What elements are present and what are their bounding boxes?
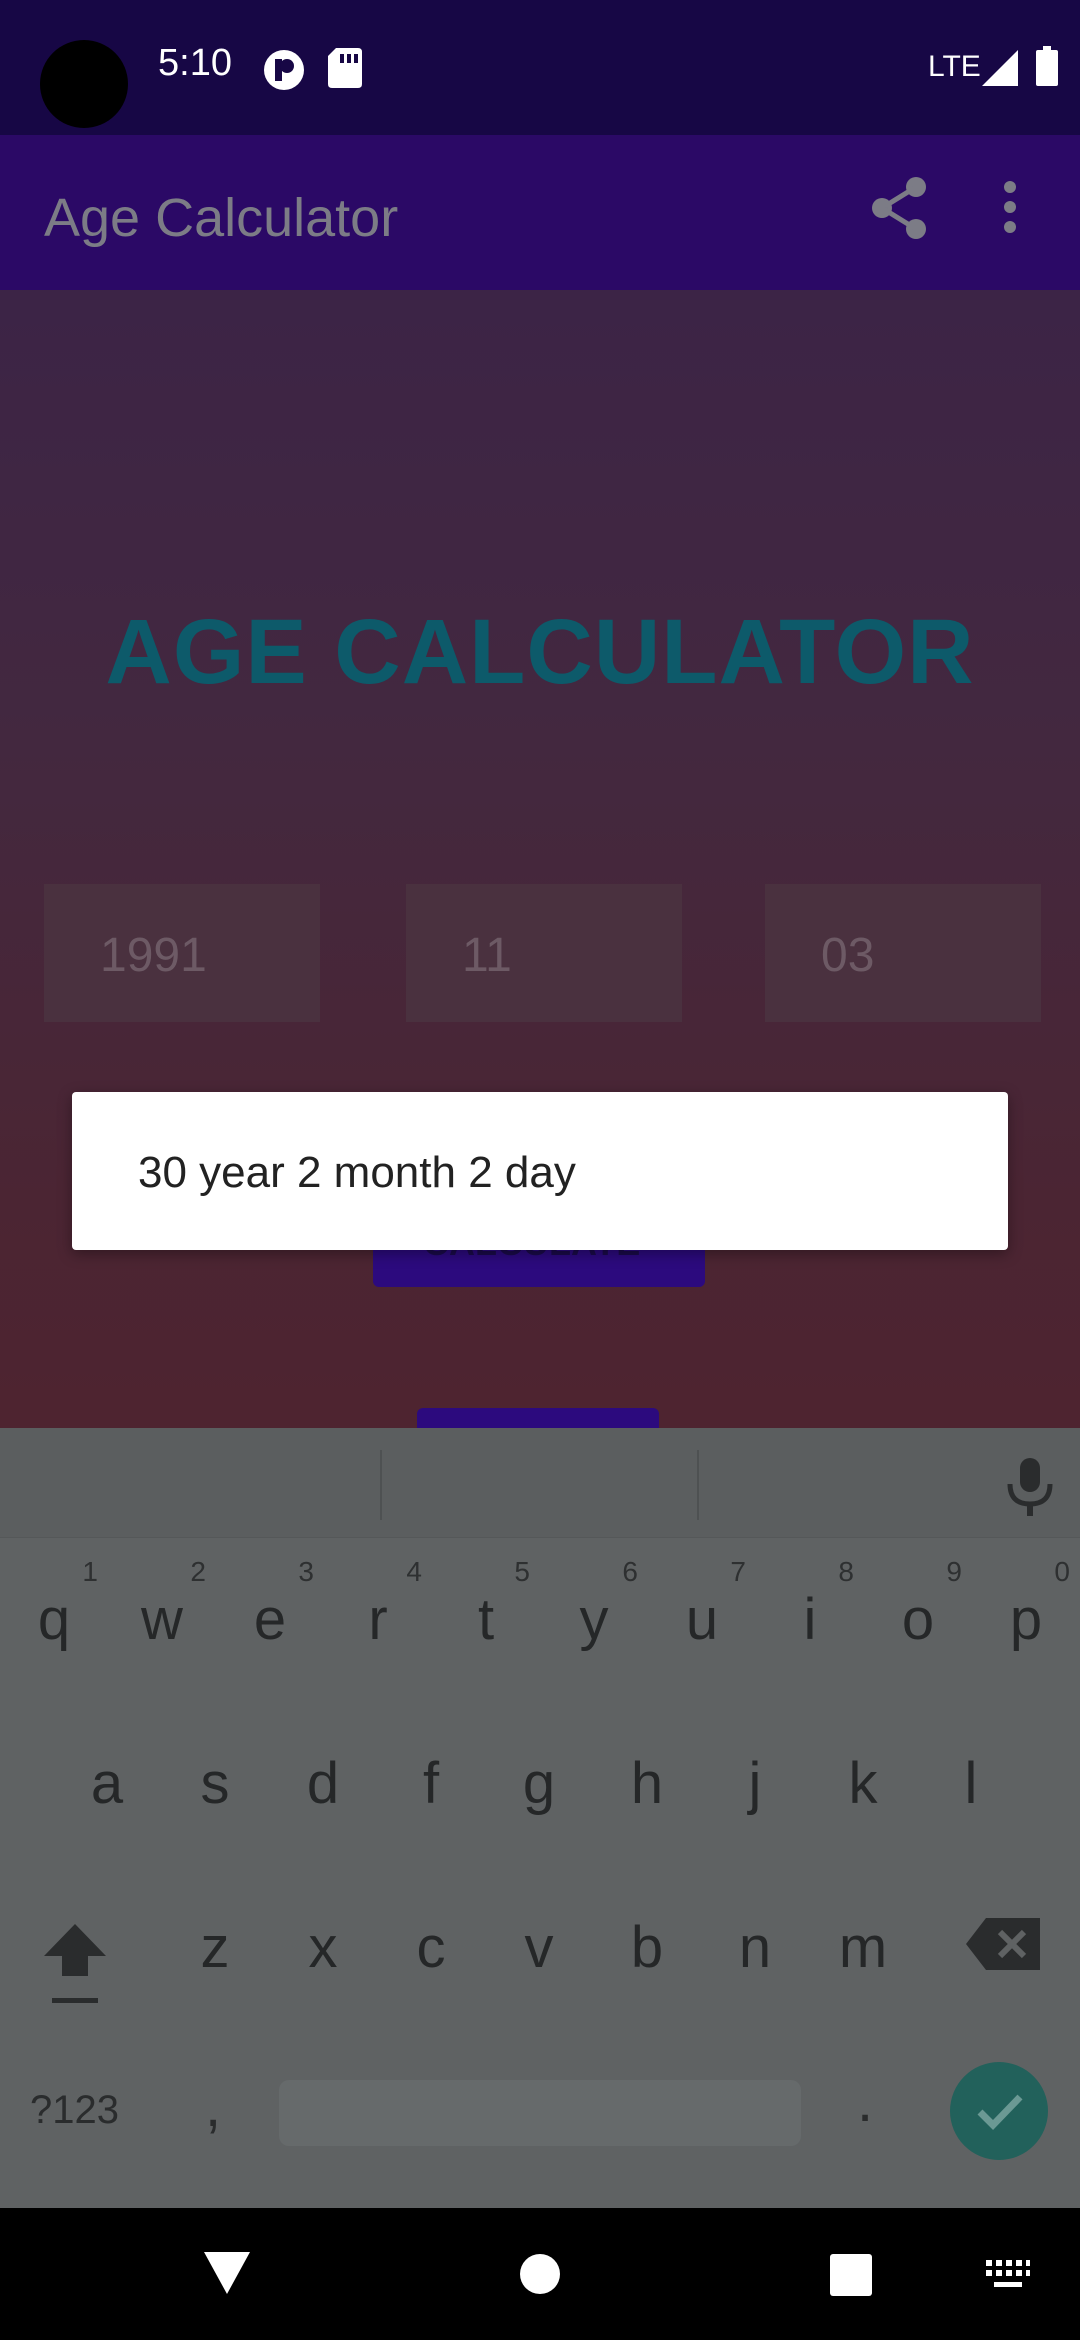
voice-input-button[interactable] xyxy=(1006,1458,1056,1516)
recents-square-icon xyxy=(830,2254,872,2300)
day-input[interactable]: 03 xyxy=(765,884,1041,1022)
key-t[interactable]: 5t xyxy=(436,1546,536,1696)
soft-keyboard: 1q 2w 3e 4r 5t 6y 7u 8i 9o 0p a s d f g … xyxy=(0,1428,1080,2208)
share-icon xyxy=(870,177,930,245)
key-l[interactable]: l xyxy=(921,1710,1021,1860)
key-c[interactable]: c xyxy=(381,1876,481,2026)
home-circle-icon xyxy=(520,2254,560,2298)
year-input[interactable]: 1991 xyxy=(44,884,320,1022)
microphone-icon xyxy=(1006,1458,1054,1520)
suggestion-divider xyxy=(697,1450,699,1520)
status-bar: 5:10 LTE xyxy=(0,0,1080,135)
shift-icon xyxy=(40,1924,110,2012)
key-i[interactable]: 8i xyxy=(760,1546,860,1696)
key-g[interactable]: g xyxy=(489,1710,589,1860)
signal-icon xyxy=(982,50,1018,91)
key-k[interactable]: k xyxy=(813,1710,913,1860)
keyboard-switch-button[interactable] xyxy=(986,2260,1030,2297)
sd-card-icon xyxy=(328,48,362,93)
comma-key[interactable]: , xyxy=(205,2073,221,2140)
navigation-bar xyxy=(0,2208,1080,2340)
network-type: LTE xyxy=(928,50,981,83)
share-button[interactable] xyxy=(870,175,940,251)
recents-button[interactable] xyxy=(830,2254,872,2301)
back-triangle-icon xyxy=(204,2252,250,2298)
app-bar: Age Calculator xyxy=(0,135,1080,290)
month-input[interactable]: 11 xyxy=(406,884,682,1022)
key-a[interactable]: a xyxy=(57,1710,157,1860)
suggestion-strip xyxy=(0,1428,1080,1538)
calculate-button[interactable]: CALCULATE xyxy=(373,1222,705,1287)
key-v[interactable]: v xyxy=(489,1876,589,2026)
page-headline: AGE CALCULATOR xyxy=(105,601,975,703)
period-key[interactable]: . xyxy=(857,2068,873,2135)
key-s[interactable]: s xyxy=(165,1710,265,1860)
backspace-key[interactable] xyxy=(966,1918,1040,1978)
main-content: AGE CALCULATOR 1991 11 03 CALCULATE xyxy=(0,290,1080,1430)
key-h[interactable]: h xyxy=(597,1710,697,1860)
key-f[interactable]: f xyxy=(381,1710,481,1860)
key-w[interactable]: 2w xyxy=(112,1546,212,1696)
key-u[interactable]: 7u xyxy=(652,1546,752,1696)
key-m[interactable]: m xyxy=(813,1876,913,2026)
key-y[interactable]: 6y xyxy=(544,1546,644,1696)
battery-icon xyxy=(1036,46,1058,91)
space-key[interactable] xyxy=(279,2080,801,2146)
day-value: 03 xyxy=(821,929,875,982)
shift-key[interactable] xyxy=(40,1918,110,2018)
key-o[interactable]: 9o xyxy=(868,1546,968,1696)
keyboard-icon xyxy=(986,2260,1030,2296)
back-button[interactable] xyxy=(204,2252,250,2299)
secondary-button[interactable] xyxy=(417,1408,659,1430)
key-z[interactable]: z xyxy=(165,1876,265,2026)
enter-key[interactable] xyxy=(950,2062,1048,2160)
key-j[interactable]: j xyxy=(705,1710,805,1860)
app-title: Age Calculator xyxy=(44,188,399,248)
more-options-button[interactable] xyxy=(1000,179,1020,249)
key-q[interactable]: 1q xyxy=(4,1546,104,1696)
checkmark-icon xyxy=(976,2092,1024,2135)
key-n[interactable]: n xyxy=(705,1876,805,2026)
month-value: 11 xyxy=(462,929,512,982)
key-p[interactable]: 0p xyxy=(976,1546,1076,1696)
key-x[interactable]: x xyxy=(273,1876,373,2026)
symbols-key[interactable]: ?123 xyxy=(30,2088,119,2133)
key-e[interactable]: 3e xyxy=(220,1546,320,1696)
result-dialog: 30 year 2 month 2 day xyxy=(72,1092,1008,1250)
backspace-icon xyxy=(966,1918,1040,1974)
home-button[interactable] xyxy=(520,2254,560,2299)
key-b[interactable]: b xyxy=(597,1876,697,2026)
suggestion-divider xyxy=(380,1450,382,1520)
more-options-icon xyxy=(1000,181,1020,239)
key-d[interactable]: d xyxy=(273,1710,373,1860)
app-notification-icon xyxy=(262,48,306,97)
key-r[interactable]: 4r xyxy=(328,1546,428,1696)
camera-cutout xyxy=(40,40,128,128)
year-value: 1991 xyxy=(100,929,207,982)
status-time: 5:10 xyxy=(158,42,232,84)
result-message: 30 year 2 month 2 day xyxy=(138,1148,576,1197)
